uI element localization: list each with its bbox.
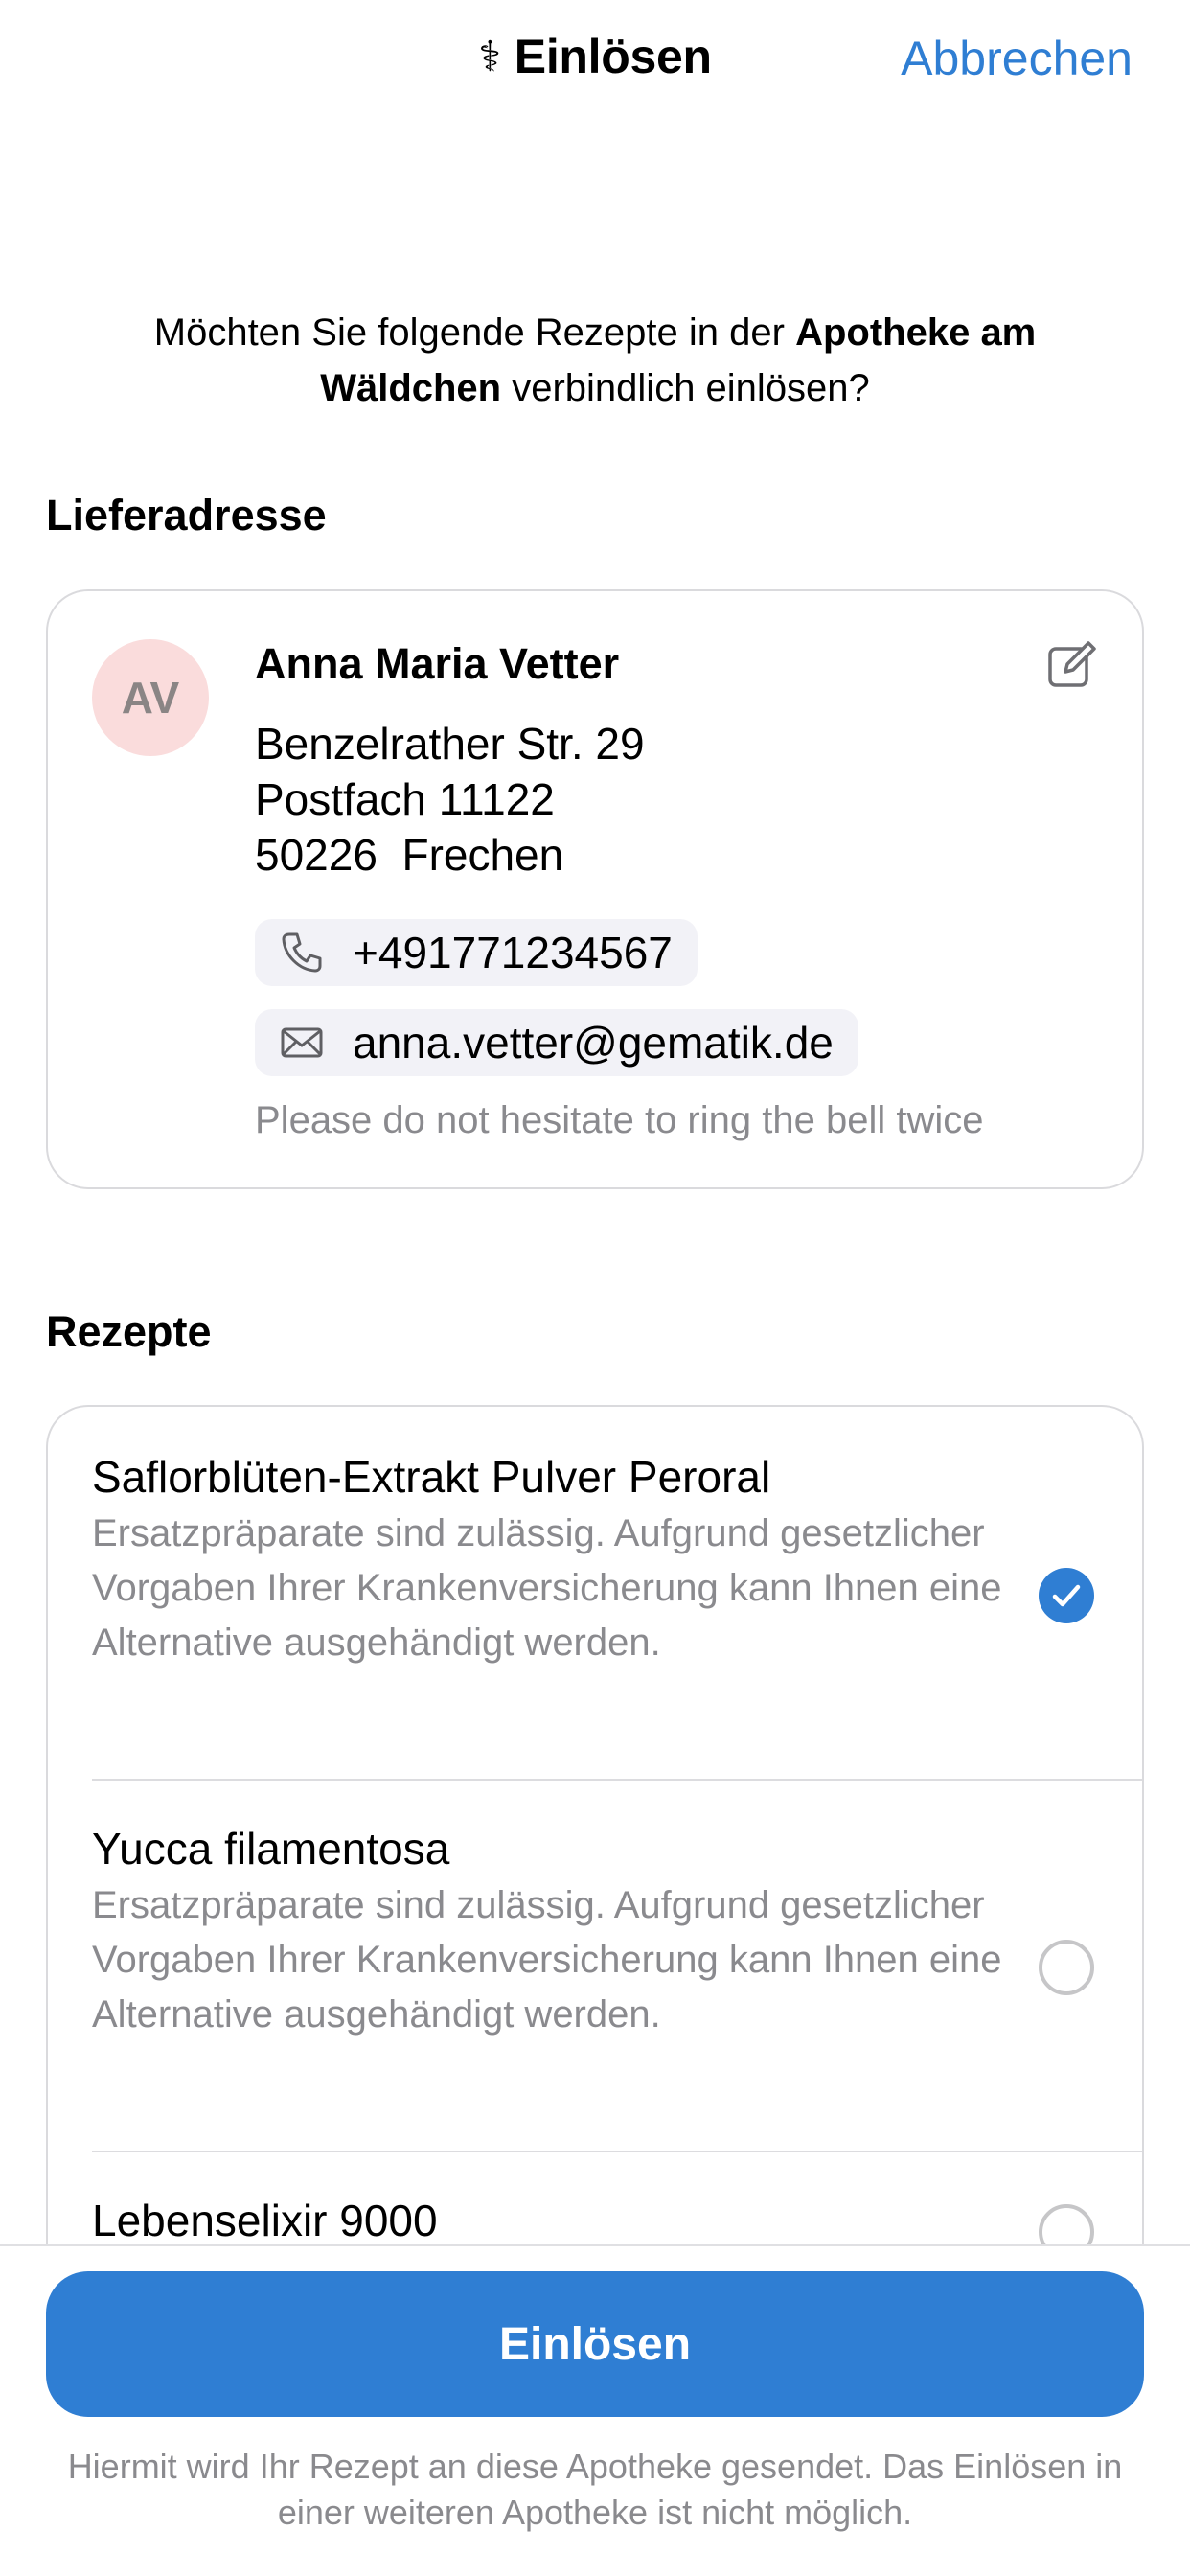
navigation-bar: ⚕ Einlösen Abbrechen [0,0,1190,134]
envelope-icon [281,1027,323,1058]
avatar: AV [92,639,209,756]
delivery-address-heading: Lieferadresse [46,491,327,540]
address-postbox: Postfach 11122 [255,774,555,824]
nav-title-label: Einlösen [514,30,712,83]
prescription-checkbox-unselected[interactable] [1039,1940,1094,1995]
bottom-action-area: Einlösen Hiermit wird Ihr Rezept an dies… [0,2244,1190,2576]
recipient-name: Anna Maria Vetter [255,639,620,688]
delivery-note: Please do not hesitate to ring the bell … [255,1099,984,1141]
phone-icon [282,932,322,973]
checkmark-icon [1052,1584,1081,1607]
prescription-item[interactable]: Yucca filamentosa Ersatzpräparate sind z… [92,1821,1142,2042]
question-suffix: verbindlich einlösen? [501,367,870,409]
caduceus-icon: ⚕ [478,33,501,80]
question-prefix: Möchten Sie folgende Rezepte in der [153,311,796,354]
prescription-description: Ersatzpräparate sind zulässig. Aufgrund … [92,1512,1002,1664]
prescriptions-card: Saflorblüten-Extrakt Pulver Peroral Ersa… [46,1405,1144,2267]
delivery-address-card: AV Anna Maria Vetter Benzelrather Str. 2… [46,589,1144,1189]
redeem-button[interactable]: Einlösen [46,2271,1144,2417]
prescriptions-heading: Rezepte [46,1307,212,1356]
address-street: Benzelrather Str. 29 [255,719,645,769]
prescription-checkbox-selected[interactable] [1039,1568,1094,1623]
address-lines: Benzelrather Str. 29 Postfach 11122 5022… [255,716,645,883]
prescription-name: Lebenselixir 9000 [92,2196,438,2245]
prescription-name: Saflorblüten-Extrakt Pulver Peroral [92,1452,771,1502]
phone-number: +491771234567 [353,928,673,978]
email-chip[interactable]: anna.vetter@gematik.de [255,1009,858,1076]
edit-icon[interactable] [1046,639,1098,691]
divider [92,2150,1142,2152]
prescription-description: Ersatzpräparate sind zulässig. Aufgrund … [92,1884,1002,2036]
redeem-footnote: Hiermit wird Ihr Rezept an diese Apothek… [67,2447,1123,2532]
prescription-item[interactable]: Saflorblüten-Extrakt Pulver Peroral Ersa… [92,1449,1142,1670]
prescription-name: Yucca filamentosa [92,1824,450,1874]
address-city: 50226 Frechen [255,830,564,880]
confirmation-question: Möchten Sie folgende Rezepte in der Apot… [77,305,1113,416]
email-address: anna.vetter@gematik.de [353,1018,834,1068]
redeem-screen: ⚕ Einlösen Abbrechen Möchten Sie folgend… [0,0,1190,2576]
prescription-item[interactable]: Lebenselixir 9000 [92,2193,1142,2248]
phone-chip[interactable]: +491771234567 [255,919,698,986]
divider [92,1779,1142,1781]
cancel-button[interactable]: Abbrechen [901,31,1133,86]
